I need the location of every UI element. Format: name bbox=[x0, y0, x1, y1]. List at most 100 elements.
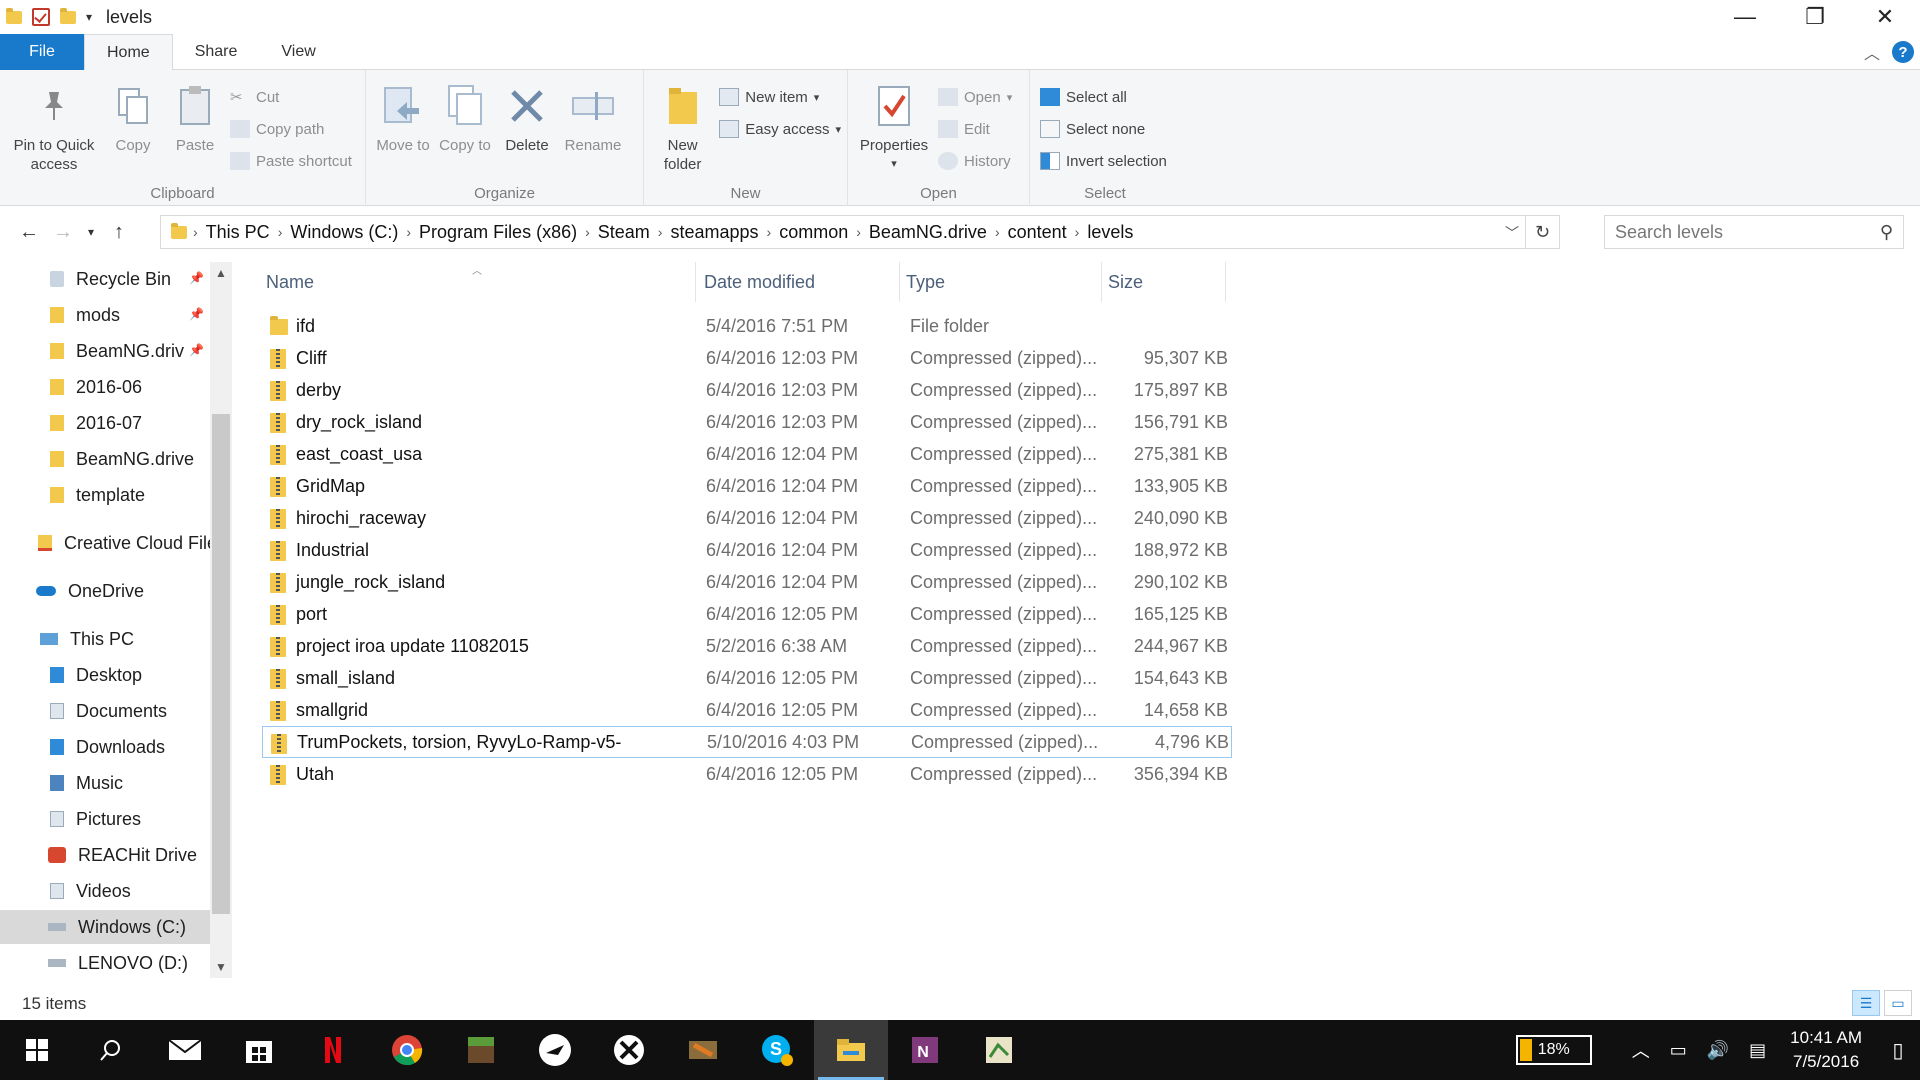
maximize-button[interactable]: ❐ bbox=[1780, 0, 1850, 34]
nav-item-beamng-pinned[interactable]: BeamNG.drive 📌 bbox=[0, 334, 210, 368]
file-row[interactable]: derby 6/4/2016 12:03 PM Compressed (zipped… bbox=[262, 374, 1232, 406]
search-icon[interactable]: ⚲ bbox=[1880, 222, 1893, 243]
file-row[interactable]: TrumPockets, torsion, RyvyLo-Ramp-v5- 5/1… bbox=[262, 726, 1232, 758]
chevron-up-icon[interactable]: ︿ bbox=[1632, 1037, 1650, 1063]
breadcrumb-levels[interactable]: levels bbox=[1079, 222, 1141, 243]
game-icon[interactable] bbox=[666, 1020, 740, 1080]
volume-icon[interactable]: 🔊 bbox=[1707, 1040, 1729, 1061]
navigation-scrollbar[interactable]: ▲ ▼ bbox=[210, 262, 232, 978]
tab-home[interactable]: Home bbox=[84, 33, 173, 71]
file-row[interactable]: project iroa update 11082015 5/2/2016 6:3… bbox=[262, 630, 1232, 662]
breadcrumb-program-files[interactable]: Program Files (x86) bbox=[411, 222, 585, 243]
column-header-type[interactable]: Type bbox=[902, 262, 1102, 302]
chevron-down-icon[interactable]: ▼ bbox=[210, 960, 232, 974]
breadcrumb-this-pc[interactable]: This PC bbox=[198, 222, 278, 243]
chevron-down-icon[interactable]: ▾ bbox=[86, 10, 92, 24]
nav-item-desktop[interactable]: Desktop bbox=[0, 658, 210, 692]
nav-item-lenovo-d[interactable]: LENOVO (D:) bbox=[0, 946, 210, 978]
app-icon[interactable] bbox=[962, 1020, 1036, 1080]
copy-path-button[interactable]: Copy path bbox=[230, 116, 352, 142]
details-view-button[interactable]: ☰ bbox=[1852, 990, 1880, 1016]
file-row[interactable]: GridMap 6/4/2016 12:04 PM Compressed (zipp… bbox=[262, 470, 1232, 502]
paste-shortcut-button[interactable]: Paste shortcut bbox=[230, 148, 352, 174]
store-icon[interactable] bbox=[222, 1020, 296, 1080]
large-icons-view-button[interactable]: ▭ bbox=[1884, 990, 1912, 1016]
breadcrumb-steam[interactable]: Steam bbox=[590, 222, 658, 243]
collapse-ribbon-icon[interactable]: ︿ bbox=[1864, 40, 1880, 64]
search-icon[interactable] bbox=[74, 1020, 148, 1080]
edit-button[interactable]: Edit bbox=[938, 116, 1012, 142]
battery-icon[interactable]: ▭ bbox=[1670, 1040, 1687, 1061]
chevron-down-icon[interactable]: ﹀ bbox=[1505, 223, 1519, 243]
tab-view[interactable]: View bbox=[259, 34, 337, 70]
breadcrumb-beamng[interactable]: BeamNG.drive bbox=[861, 222, 995, 243]
new-folder-icon[interactable] bbox=[60, 7, 76, 24]
file-row[interactable]: dry_rock_island 6/4/2016 12:03 PM Compress… bbox=[262, 406, 1232, 438]
file-row[interactable]: port 6/4/2016 12:05 PM Compressed (zipped)… bbox=[262, 598, 1232, 630]
start-icon[interactable] bbox=[0, 1020, 74, 1080]
xbox-icon[interactable] bbox=[592, 1020, 666, 1080]
folder-icon[interactable] bbox=[6, 7, 22, 24]
file-row[interactable]: hirochi_raceway 6/4/2016 12:04 PM Compress… bbox=[262, 502, 1232, 534]
breadcrumb-windows-c[interactable]: Windows (C:) bbox=[282, 222, 406, 243]
breadcrumb-common[interactable]: common bbox=[771, 222, 856, 243]
select-all-button[interactable]: Select all bbox=[1040, 84, 1167, 110]
file-row[interactable]: jungle_rock_island 6/4/2016 12:04 PM Compr… bbox=[262, 566, 1232, 598]
chevron-up-icon[interactable]: ▲ bbox=[210, 266, 232, 280]
easy-access-button[interactable]: Easy access ▾ bbox=[719, 116, 841, 142]
address-bar[interactable]: › This PC › Windows (C:) › Program Files (… bbox=[160, 215, 1560, 249]
cut-button[interactable]: ✂ Cut bbox=[230, 84, 352, 110]
nav-item-documents[interactable]: Documents bbox=[0, 694, 210, 728]
scrollbar-thumb[interactable] bbox=[212, 414, 230, 914]
history-button[interactable]: History bbox=[938, 148, 1012, 174]
nav-item-beamng[interactable]: BeamNG.drive bbox=[0, 442, 210, 476]
breadcrumb-steamapps[interactable]: steamapps bbox=[662, 222, 766, 243]
battery-indicator[interactable]: 18% bbox=[1515, 1035, 1592, 1065]
file-row[interactable]: Industrial 6/4/2016 12:04 PM Compressed (z… bbox=[262, 534, 1232, 566]
nav-item-this-pc[interactable]: This PC bbox=[0, 622, 210, 656]
tab-share[interactable]: Share bbox=[173, 34, 260, 70]
nav-item-2016-06[interactable]: 2016-06 bbox=[0, 370, 210, 404]
refresh-icon[interactable]: ↻ bbox=[1525, 216, 1559, 248]
nav-item-recycle-bin[interactable]: Recycle Bin 📌 bbox=[0, 262, 210, 296]
onenote-icon[interactable]: N bbox=[888, 1020, 962, 1080]
file-row[interactable]: ifd 5/4/2016 7:51 PM File folder bbox=[262, 310, 1232, 342]
skype-icon[interactable]: S bbox=[740, 1020, 814, 1080]
recent-locations-button[interactable]: ▾ bbox=[82, 217, 100, 247]
nav-item-music[interactable]: Music bbox=[0, 766, 210, 800]
forward-button[interactable]: → bbox=[48, 217, 78, 247]
column-header-date[interactable]: Date modified bbox=[700, 262, 900, 302]
search-input[interactable]: Search levels ⚲ bbox=[1604, 215, 1904, 249]
select-none-button[interactable]: Select none bbox=[1040, 116, 1167, 142]
file-row[interactable]: east_coast_usa 6/4/2016 12:04 PM Compresse… bbox=[262, 438, 1232, 470]
file-explorer-icon[interactable] bbox=[814, 1020, 888, 1080]
minecraft-icon[interactable] bbox=[444, 1020, 518, 1080]
open-button[interactable]: Open ▾ bbox=[938, 84, 1012, 110]
netflix-icon[interactable] bbox=[296, 1020, 370, 1080]
keyboard-icon[interactable]: ▤ bbox=[1749, 1040, 1766, 1061]
file-row[interactable]: small_island 6/4/2016 12:05 PM Compressed … bbox=[262, 662, 1232, 694]
chrome-icon[interactable] bbox=[370, 1020, 444, 1080]
nav-item-onedrive[interactable]: OneDrive bbox=[0, 574, 210, 608]
nav-item-reachit[interactable]: REACHit Drive bbox=[0, 838, 210, 872]
back-button[interactable]: ← bbox=[14, 217, 44, 247]
breadcrumb-content[interactable]: content bbox=[1000, 222, 1075, 243]
close-button[interactable]: ✕ bbox=[1850, 0, 1920, 34]
properties-icon[interactable] bbox=[32, 8, 50, 26]
help-icon[interactable]: ? bbox=[1892, 41, 1914, 63]
nav-item-2016-07[interactable]: 2016-07 bbox=[0, 406, 210, 440]
nav-item-pictures[interactable]: Pictures bbox=[0, 802, 210, 836]
nav-item-videos[interactable]: Videos bbox=[0, 874, 210, 908]
forza-icon[interactable] bbox=[518, 1020, 592, 1080]
file-row[interactable]: smallgrid 6/4/2016 12:05 PM Compressed (zi… bbox=[262, 694, 1232, 726]
column-header-size[interactable]: Size bbox=[1104, 262, 1226, 302]
clock[interactable]: 10:41 AM 7/5/2016 bbox=[1790, 1026, 1862, 1074]
minimize-button[interactable]: — bbox=[1710, 0, 1780, 34]
file-row[interactable]: Utah 6/4/2016 12:05 PM Compressed (zipped)… bbox=[262, 758, 1232, 790]
new-item-button[interactable]: New item ▾ bbox=[719, 84, 841, 110]
tab-file[interactable]: File bbox=[0, 33, 84, 70]
nav-item-creative-cloud[interactable]: Creative Cloud Files bbox=[0, 526, 210, 560]
nav-item-mods[interactable]: mods 📌 bbox=[0, 298, 210, 332]
file-row[interactable]: Cliff 6/4/2016 12:03 PM Compressed (zipped… bbox=[262, 342, 1232, 374]
notification-icon[interactable]: ▯ bbox=[1876, 1020, 1920, 1080]
